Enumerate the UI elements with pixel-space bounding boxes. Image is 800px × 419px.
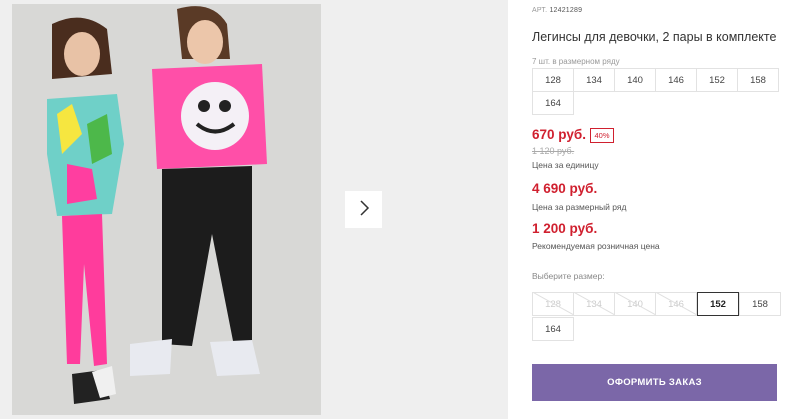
size-option-disabled: 140	[614, 292, 656, 316]
size-row-cell: 134	[573, 68, 615, 92]
unit-price-note: Цена за единицу	[532, 160, 599, 170]
chevron-right-icon	[358, 200, 370, 219]
product-page: АРТ. 12421289 Легинсы для девочки, 2 пар…	[0, 0, 800, 419]
size-option[interactable]: 164	[532, 317, 574, 341]
place-order-button[interactable]: ОФОРМИТЬ ЗАКАЗ	[532, 364, 777, 401]
unit-price: 670 руб.	[532, 127, 586, 142]
size-row-cell: 164	[532, 91, 574, 115]
size-row-cell: 146	[655, 68, 697, 92]
size-picker-label: Выберите размер:	[532, 271, 605, 281]
gallery-next-button[interactable]	[345, 191, 382, 228]
size-option-selected[interactable]: 152	[697, 292, 739, 316]
size-option-disabled: 128	[532, 292, 574, 316]
row-price-note: Цена за размерный ряд	[532, 202, 627, 212]
size-option-disabled: 146	[655, 292, 697, 316]
article-number: 12421289	[549, 7, 583, 14]
product-title: Легинсы для девочки, 2 пары в комплекте	[532, 30, 777, 44]
size-row-cell: 140	[614, 68, 656, 92]
article-label: АРТ.	[532, 7, 548, 14]
article-code: АРТ. 12421289	[532, 7, 582, 14]
retail-price-note: Рекомендуемая розничная цена	[532, 241, 660, 251]
size-row-label: 7 шт. в размерном ряду	[532, 57, 620, 66]
size-row-cell: 158	[737, 68, 779, 92]
size-row-cell: 128	[532, 68, 574, 92]
product-photo	[12, 4, 321, 415]
discount-badge: 40%	[590, 128, 614, 143]
size-option[interactable]: 158	[739, 292, 781, 316]
size-row-cell: 152	[696, 68, 738, 92]
product-gallery	[0, 0, 508, 419]
old-price: 1 120 руб.	[532, 146, 575, 156]
row-price: 4 690 руб.	[532, 181, 598, 196]
retail-price: 1 200 руб.	[532, 221, 598, 236]
size-option-disabled: 134	[573, 292, 615, 316]
